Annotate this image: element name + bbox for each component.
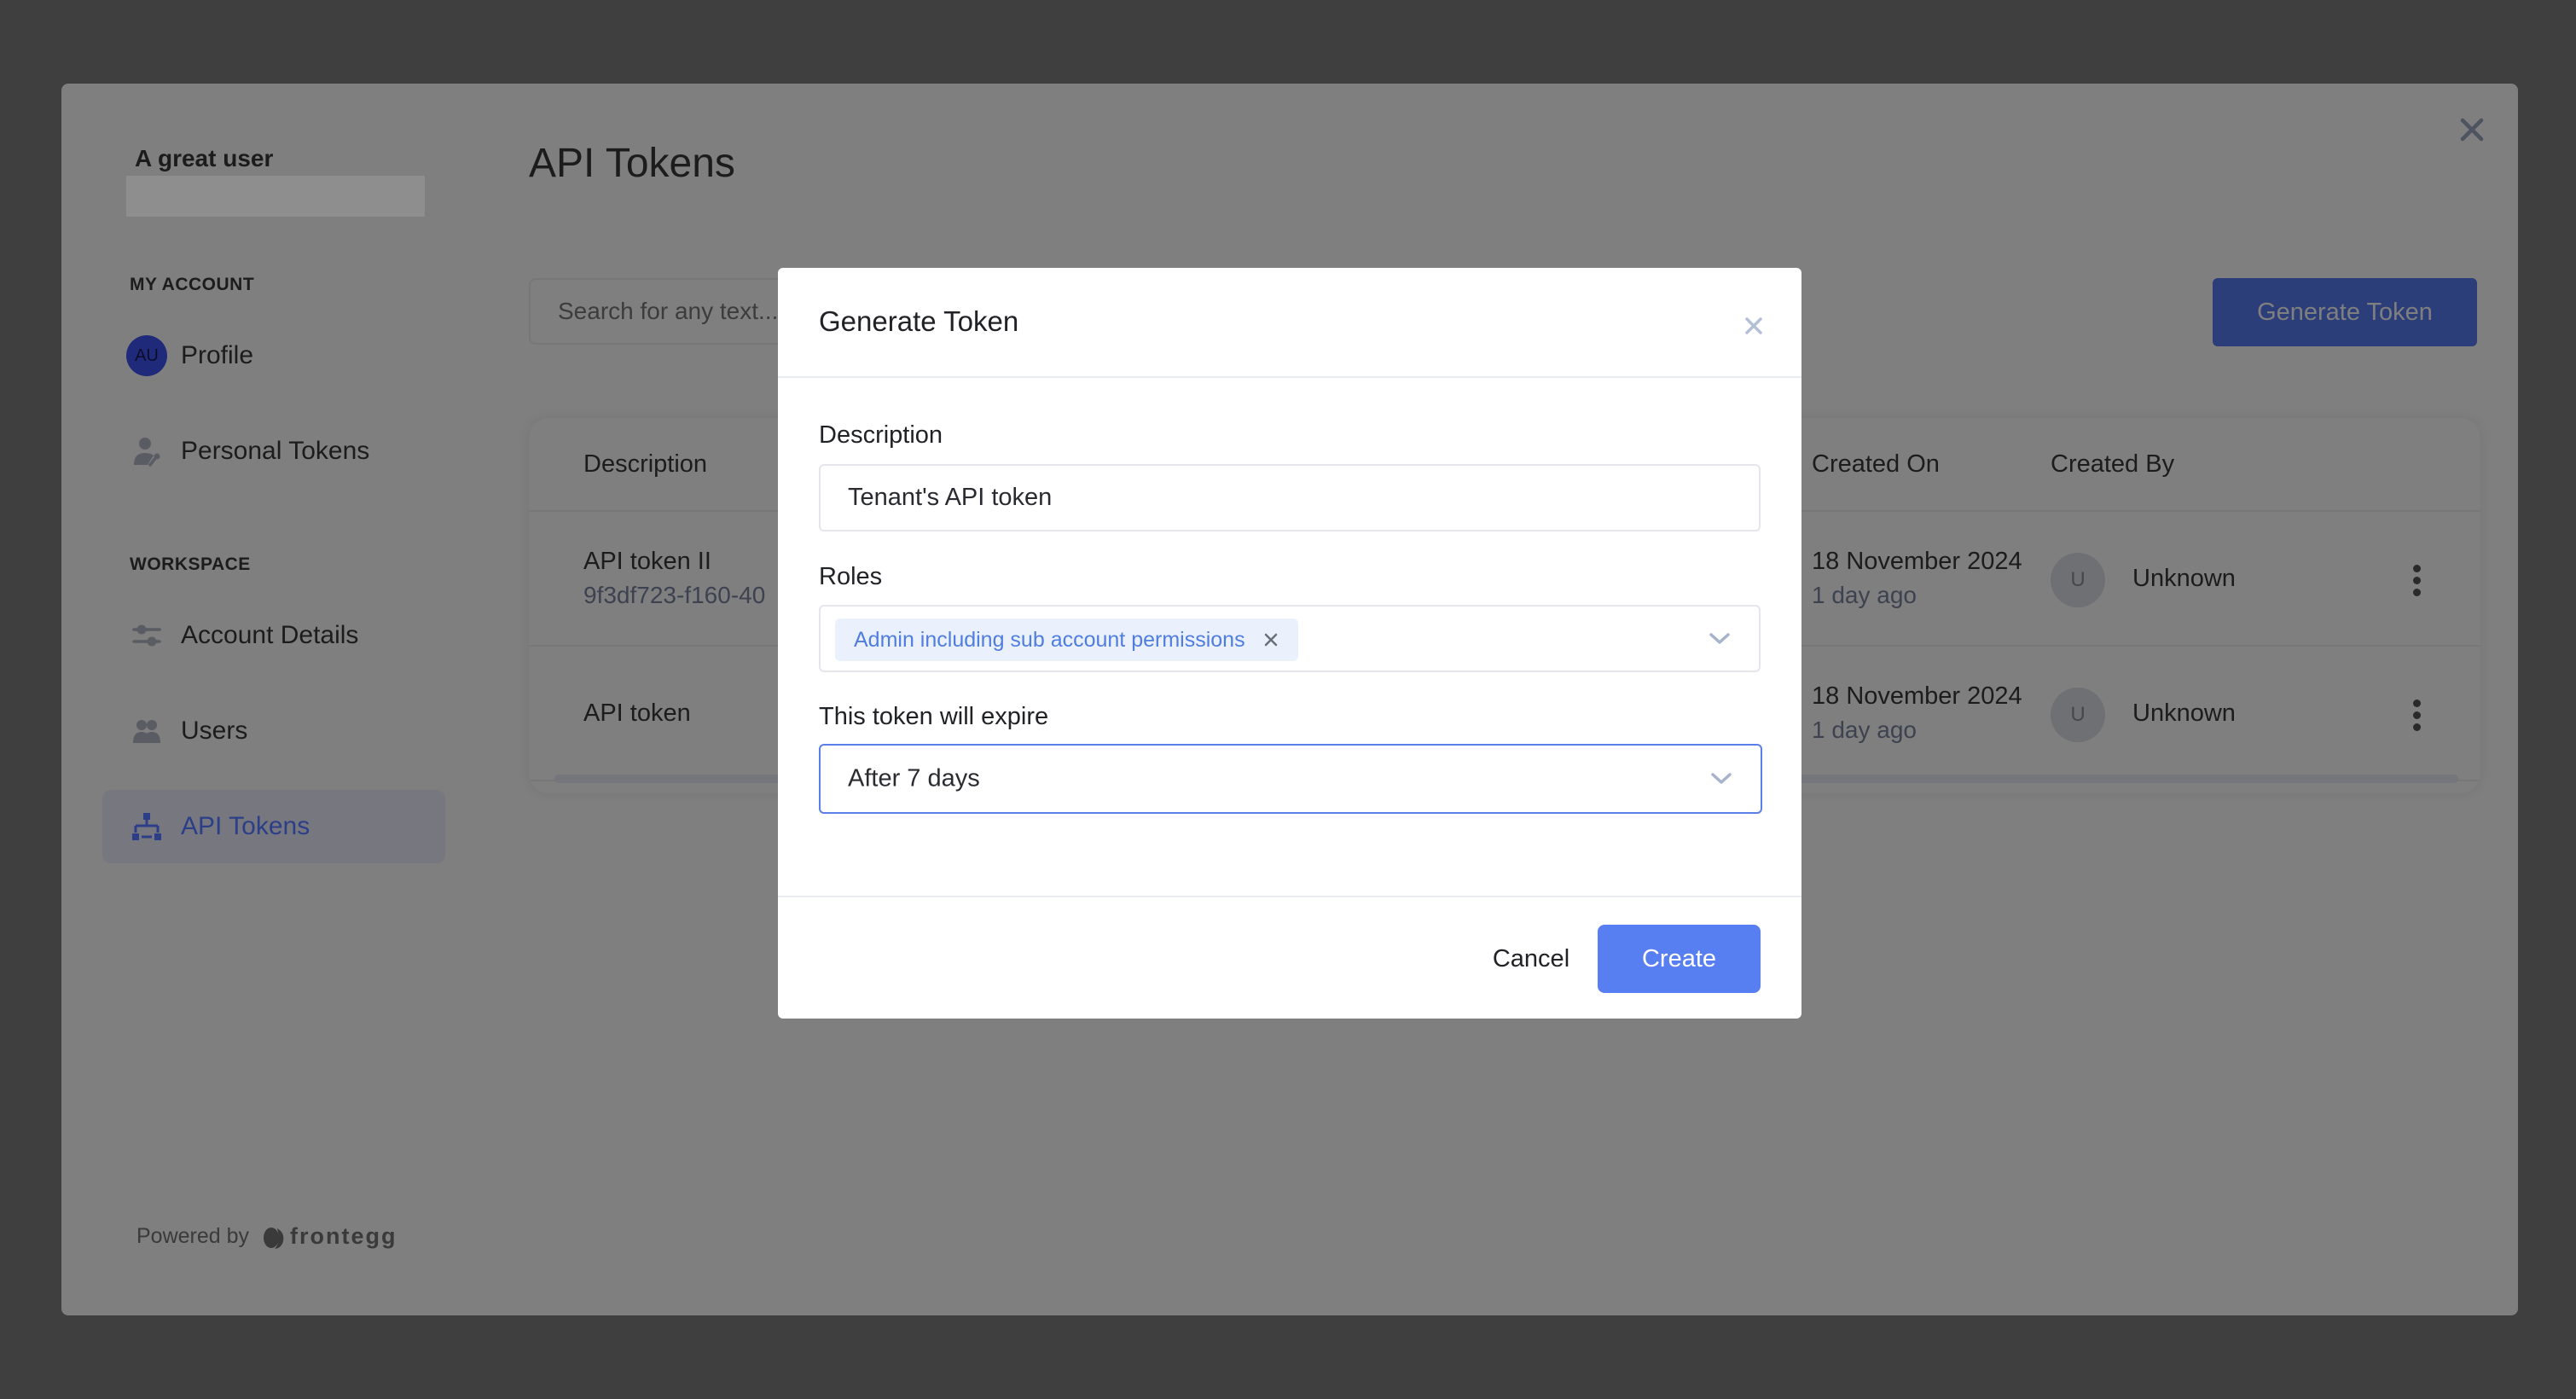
chevron-down-icon [1709, 632, 1730, 644]
close-icon [1745, 317, 1762, 334]
close-portal-button[interactable] [2455, 113, 2489, 147]
kebab-dot-icon [2412, 723, 2421, 731]
token-client-id: 9f3df723-f160-40 [583, 582, 766, 608]
token-description: API token II [583, 548, 711, 575]
expiration-dropdown-toggle[interactable] [1708, 765, 1735, 792]
sidebar-item-label: Profile [181, 341, 254, 369]
description-label: Description [819, 421, 943, 449]
sliders-icon [126, 615, 167, 656]
created-by-name: Unknown [2132, 700, 2236, 727]
user-name: A great user [135, 145, 274, 171]
dialog-header: Generate Token [778, 268, 1801, 378]
kebab-dot-icon [2412, 711, 2421, 719]
sidebar-item-users[interactable]: Users [102, 694, 445, 768]
column-header-created-on[interactable]: Created On [1812, 450, 1940, 479]
sidebar-item-account-details[interactable]: Account Details [102, 599, 445, 672]
row-actions-button[interactable] [2404, 554, 2429, 606]
roles-label: Roles [819, 563, 883, 590]
avatar-icon: AU [126, 335, 167, 376]
create-button[interactable]: Create [1598, 925, 1761, 993]
chevron-down-icon [1711, 773, 1732, 784]
created-on-date: 18 November 2024 [1812, 682, 2022, 710]
frontegg-logo: frontegg [261, 1223, 397, 1250]
roles-select[interactable]: Admin including sub account permissions [819, 605, 1761, 672]
expiration-value: After 7 days [848, 764, 980, 792]
powered-by: Powered by frontegg [136, 1223, 397, 1250]
roles-dropdown-toggle[interactable] [1706, 625, 1733, 653]
column-header-description[interactable]: Description [583, 450, 707, 479]
kebab-dot-icon [2412, 699, 2421, 707]
sidebar: A great user MY ACCOUNT AU Profile Perso… [61, 84, 488, 1315]
sidebar-item-profile[interactable]: AU Profile [102, 319, 445, 392]
created-on-date: 18 November 2024 [1812, 548, 2022, 575]
expire-label: This token will expire [819, 703, 1049, 730]
close-icon [1264, 633, 1277, 647]
avatar: AU [126, 335, 167, 376]
kebab-dot-icon [2412, 588, 2421, 596]
page-title: API Tokens [529, 141, 735, 186]
user-email-placeholder [126, 176, 425, 217]
column-header-created-by[interactable]: Created By [2051, 450, 2174, 479]
description-input[interactable] [821, 466, 1759, 530]
sidebar-item-label: API Tokens [181, 812, 310, 840]
sidebar-item-label: Account Details [181, 621, 359, 649]
dialog-footer: Cancel Create [778, 896, 1801, 1019]
sidebar-item-label: Personal Tokens [181, 437, 370, 465]
token-description: API token [583, 700, 691, 727]
user-key-icon [126, 431, 167, 472]
kebab-dot-icon [2412, 564, 2421, 572]
section-label-my-account: MY ACCOUNT [130, 275, 255, 294]
kebab-dot-icon [2412, 576, 2421, 584]
generate-token-button[interactable]: Generate Token [2213, 278, 2477, 346]
generate-token-dialog: Generate Token Description Roles Admin i… [778, 268, 1801, 1019]
description-field [819, 464, 1761, 531]
created-by-name: Unknown [2132, 565, 2236, 592]
role-chip-label: Admin including sub account permissions [854, 627, 1245, 652]
users-icon [126, 711, 167, 752]
role-chip: Admin including sub account permissions [835, 618, 1298, 661]
powered-by-text: Powered by [136, 1224, 250, 1248]
hierarchy-icon [126, 806, 167, 847]
brand-name: frontegg [290, 1223, 397, 1249]
creator-avatar: U [2051, 553, 2105, 607]
close-icon [2460, 118, 2484, 142]
dialog-close-button[interactable] [1737, 309, 1771, 343]
remove-role-button[interactable] [1262, 631, 1279, 648]
section-label-workspace: WORKSPACE [130, 554, 251, 574]
created-on-relative: 1 day ago [1812, 717, 1917, 743]
egg-icon [264, 1227, 284, 1249]
row-actions-button[interactable] [2404, 689, 2429, 740]
sidebar-item-label: Users [181, 717, 248, 745]
expiration-select[interactable]: After 7 days [819, 744, 1762, 814]
dialog-title: Generate Token [819, 305, 1019, 337]
cancel-button[interactable]: Cancel [1476, 925, 1587, 993]
sidebar-item-personal-tokens[interactable]: Personal Tokens [102, 415, 445, 488]
sidebar-item-api-tokens[interactable]: API Tokens [102, 790, 445, 863]
created-on-relative: 1 day ago [1812, 582, 1917, 608]
creator-avatar: U [2051, 688, 2105, 742]
